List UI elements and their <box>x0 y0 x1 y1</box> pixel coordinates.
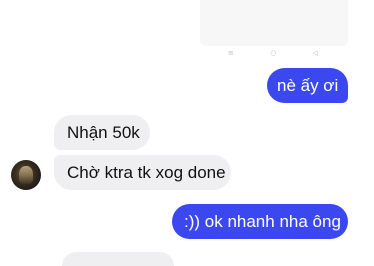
message-text: Nhận 50k <box>67 123 140 142</box>
menu-icon: ≡ <box>228 48 234 57</box>
image-nav-bar: ≡ ○ ◁ <box>228 47 318 59</box>
back-icon: ◁ <box>312 48 318 57</box>
avatar[interactable] <box>11 160 41 190</box>
message-text: :)) ok nhanh nha ông <box>184 212 341 231</box>
shared-screenshot-image[interactable] <box>200 0 348 46</box>
message-bubble-outgoing[interactable]: :)) ok nhanh nha ông <box>172 204 348 239</box>
message-text: nè ấy ơi <box>277 76 339 95</box>
message-bubble-incoming[interactable]: Nhận 50k <box>54 115 150 150</box>
avatar-photo <box>19 166 33 184</box>
home-icon: ○ <box>270 48 277 57</box>
message-text: Chờ ktra tk xog done <box>67 163 226 182</box>
message-bubble-outgoing[interactable]: nè ấy ơi <box>267 68 348 103</box>
message-bubble-incoming[interactable]: Chờ ktra tk xog done <box>54 155 231 190</box>
message-bubble-partial <box>62 252 174 266</box>
